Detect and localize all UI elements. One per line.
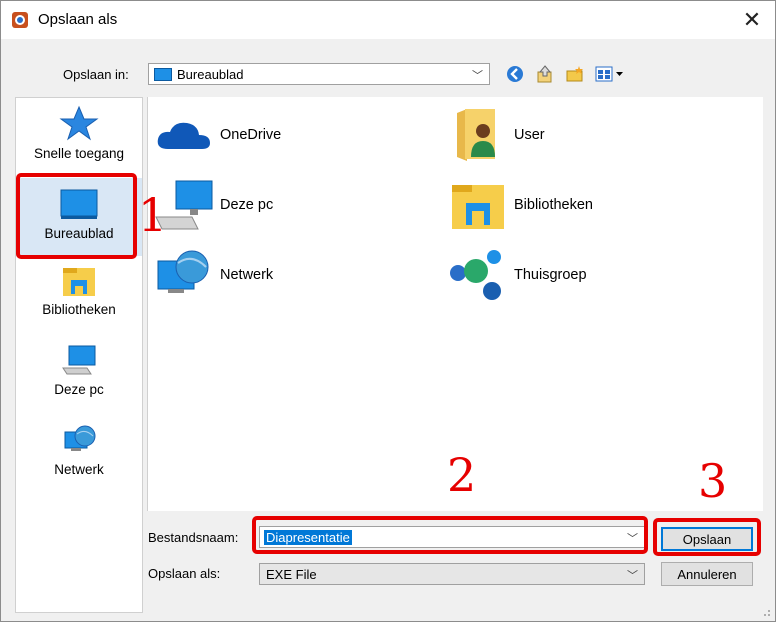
item-label: Deze pc: [220, 197, 274, 213]
filetype-label: Opslaan als:: [148, 566, 221, 581]
annotation-number-1: 1: [138, 188, 168, 242]
list-item-bibliotheken[interactable]: Bibliotheken: [448, 175, 593, 235]
annotation-box-3: [653, 518, 761, 556]
item-label: OneDrive: [220, 127, 282, 143]
item-label: User: [514, 127, 545, 143]
star-icon: [59, 105, 99, 141]
place-bibliotheken[interactable]: Bibliotheken: [16, 264, 142, 338]
place-deze-pc[interactable]: Deze pc: [16, 344, 142, 418]
chevron-down-icon: ﹀: [472, 70, 483, 82]
filetype-value: EXE File: [266, 567, 317, 582]
annotation-number-2: 2: [447, 448, 477, 502]
homegroup-icon: [450, 250, 501, 300]
place-label: Bibliotheken: [42, 302, 116, 317]
desktop-icon: [154, 68, 172, 81]
close-button[interactable]: ✕: [729, 1, 775, 39]
annotation-number-3: 3: [698, 454, 728, 508]
pc-icon: [62, 345, 96, 375]
filename-label: Bestandsnaam:: [148, 530, 239, 545]
back-button[interactable]: [504, 64, 526, 84]
list-item-netwerk[interactable]: Netwerk: [154, 245, 273, 305]
libraries-icon: [63, 268, 95, 296]
place-label: Deze pc: [54, 382, 104, 397]
annotation-box-2: [252, 516, 648, 554]
place-netwerk[interactable]: Netwerk: [16, 424, 142, 498]
list-item-deze-pc[interactable]: Deze pc: [154, 175, 273, 235]
chevron-down-icon: ﹀: [627, 570, 638, 582]
window-title: Opslaan als: [38, 11, 118, 28]
item-label: Netwerk: [220, 267, 274, 283]
toolbar: [504, 63, 626, 85]
onedrive-icon: [157, 122, 210, 149]
title-bar: Opslaan als ✕: [1, 1, 775, 39]
location-combo[interactable]: Bureaublad ﹀: [148, 63, 490, 85]
new-folder-button[interactable]: [564, 64, 586, 84]
location-label: Opslaan in:: [63, 67, 129, 82]
app-icon: [12, 12, 28, 28]
up-folder-button[interactable]: [534, 64, 556, 84]
place-label: Netwerk: [54, 462, 104, 477]
filetype-select[interactable]: EXE File ﹀: [259, 563, 645, 585]
new-folder-icon: [566, 66, 583, 82]
libraries-icon: [452, 185, 504, 229]
close-icon: ✕: [742, 7, 762, 32]
item-label: Bibliotheken: [514, 197, 593, 213]
user-folder-icon: [457, 109, 495, 161]
list-item-user[interactable]: User: [448, 105, 545, 165]
cancel-button[interactable]: Annuleren: [661, 562, 753, 586]
up-folder-icon: [537, 65, 552, 83]
resize-grip-icon[interactable]: [761, 607, 771, 617]
back-icon: [507, 66, 523, 82]
place-snelle-toegang[interactable]: Snelle toegang: [16, 104, 142, 174]
network-icon: [157, 250, 209, 293]
location-value: Bureaublad: [177, 67, 244, 82]
place-label: Snelle toegang: [33, 146, 125, 161]
view-menu-button[interactable]: [594, 64, 626, 84]
network-icon: [64, 425, 96, 451]
list-item-onedrive[interactable]: OneDrive: [154, 105, 281, 165]
annotation-box-1: [16, 173, 137, 259]
item-label: Thuisgroep: [514, 267, 587, 283]
list-item-thuisgroep[interactable]: Thuisgroep: [448, 245, 587, 305]
view-icon: [595, 66, 623, 82]
